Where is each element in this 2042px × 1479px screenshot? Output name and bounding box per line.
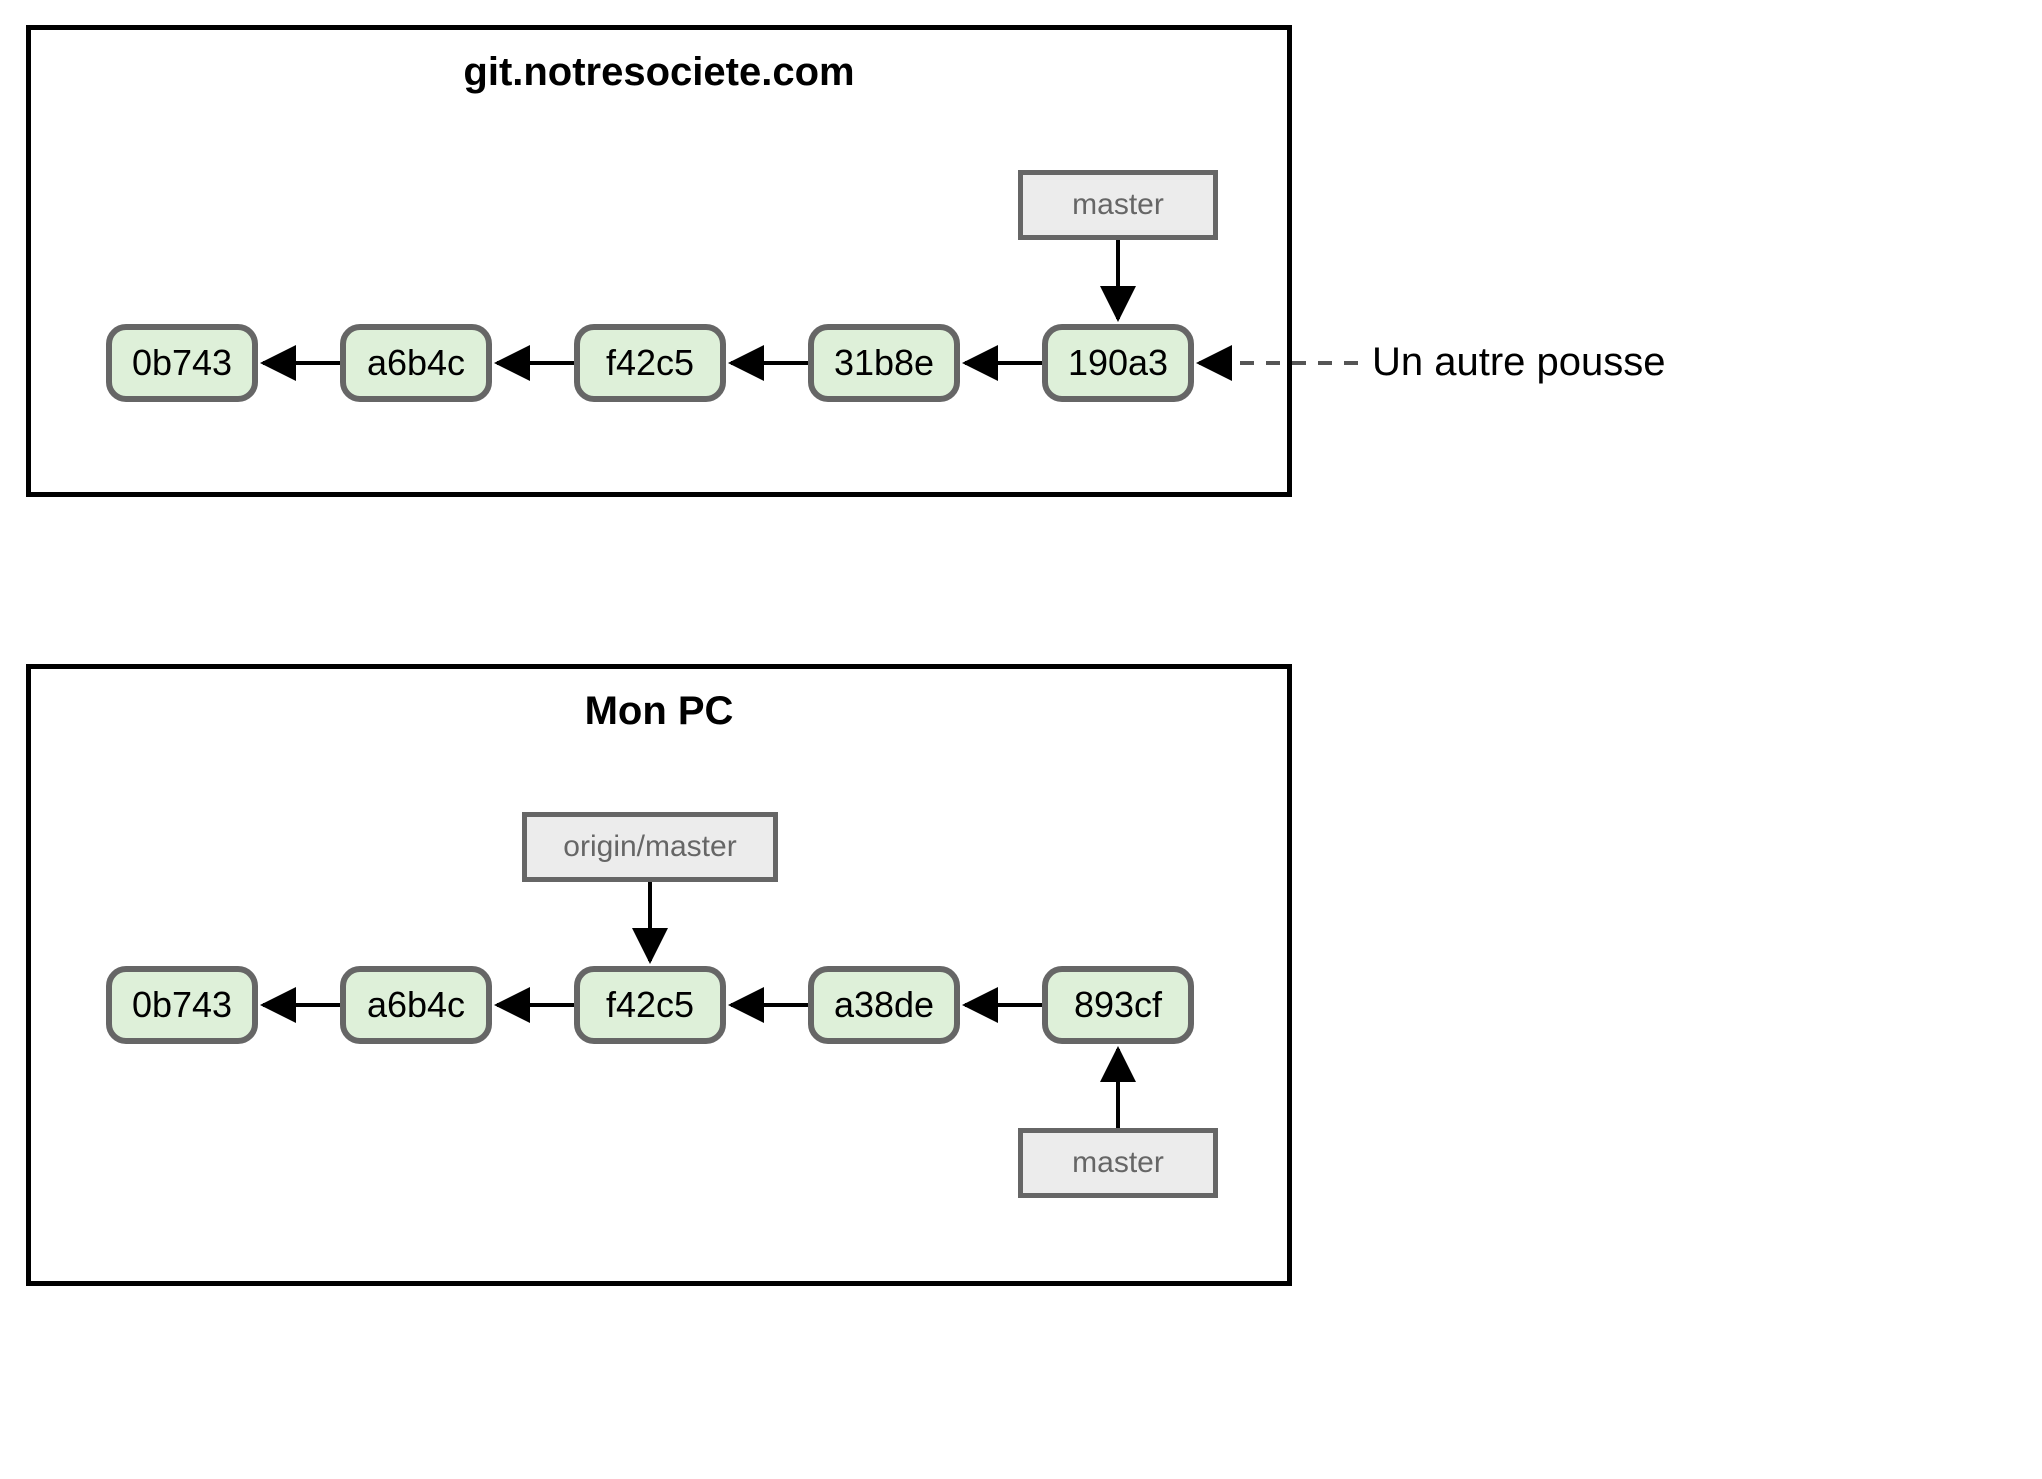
- remote-commit-3: 31b8e: [808, 324, 960, 402]
- remote-commit-4: 190a3: [1042, 324, 1194, 402]
- commit-hash: f42c5: [606, 342, 694, 384]
- local-branch-label: master: [1018, 1128, 1218, 1198]
- branch-name: master: [1072, 188, 1164, 222]
- commit-hash: a38de: [834, 984, 934, 1026]
- commit-hash: a6b4c: [367, 984, 465, 1026]
- commit-hash: 0b743: [132, 342, 232, 384]
- branch-name: master: [1072, 1146, 1164, 1180]
- local-title: Mon PC: [31, 689, 1287, 734]
- remote-branch-label: master: [1018, 170, 1218, 240]
- commit-hash: a6b4c: [367, 342, 465, 384]
- commit-hash: f42c5: [606, 984, 694, 1026]
- remote-commit-0: 0b743: [106, 324, 258, 402]
- commit-hash: 0b743: [132, 984, 232, 1026]
- commit-hash: 31b8e: [834, 342, 934, 384]
- remote-commit-1: a6b4c: [340, 324, 492, 402]
- local-commit-1: a6b4c: [340, 966, 492, 1044]
- local-commit-4: 893cf: [1042, 966, 1194, 1044]
- local-commit-3: a38de: [808, 966, 960, 1044]
- local-commit-2: f42c5: [574, 966, 726, 1044]
- local-commit-0: 0b743: [106, 966, 258, 1044]
- commit-hash: 893cf: [1074, 984, 1162, 1026]
- remote-panel: git.notresociete.com: [26, 25, 1292, 497]
- local-remote-branch-label: origin/master: [522, 812, 778, 882]
- commit-hash: 190a3: [1068, 342, 1168, 384]
- remote-title: git.notresociete.com: [31, 50, 1287, 95]
- remote-commit-2: f42c5: [574, 324, 726, 402]
- branch-name: origin/master: [563, 830, 736, 864]
- incoming-label: Un autre pousse: [1372, 340, 1666, 385]
